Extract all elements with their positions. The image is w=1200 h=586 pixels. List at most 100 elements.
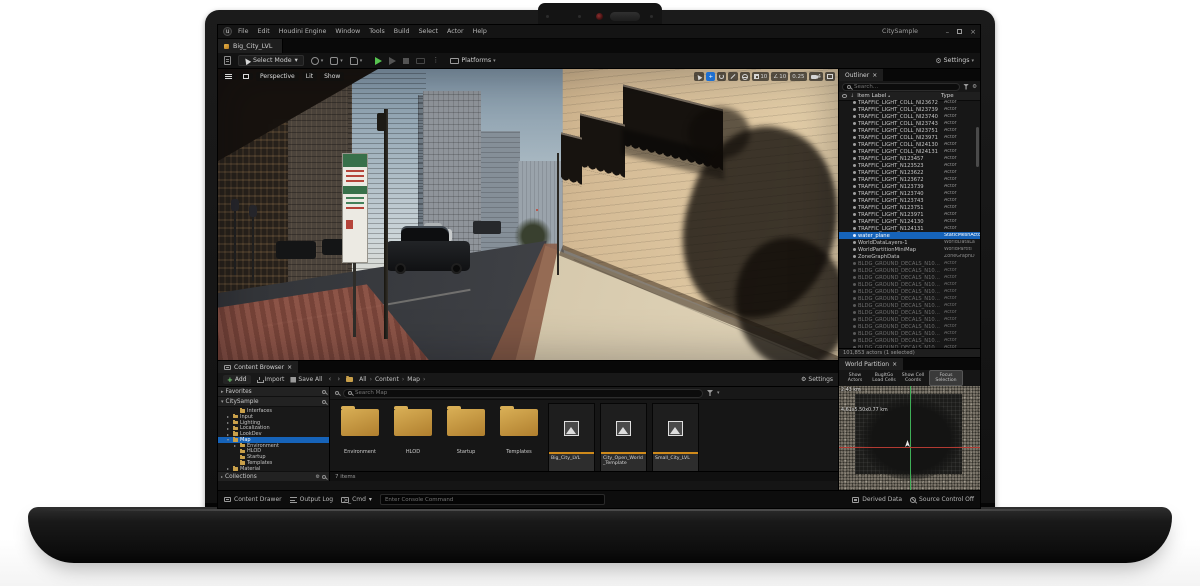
- launch-device-icon[interactable]: [416, 57, 426, 64]
- content-settings-button[interactable]: ⚙ Settings: [801, 376, 833, 384]
- tab-outliner[interactable]: Outliner ×: [839, 69, 884, 81]
- outliner-row[interactable]: TRAFFIC_LIGHT_N123523 Actor: [839, 162, 980, 169]
- menu-item[interactable]: Build: [394, 28, 410, 35]
- outliner-row[interactable]: BLDG_GROUND_DECALS_N101002 (U Actor: [839, 295, 980, 302]
- filter-icon[interactable]: [963, 83, 970, 90]
- stop-icon[interactable]: [403, 57, 410, 64]
- world-partition-minimap[interactable]: 2.43 km 4.61x5.50x0.77 km: [839, 386, 980, 490]
- outliner-row[interactable]: TRAFFIC_LIGHT_COLL_NI23971 Actor: [839, 134, 980, 141]
- eye-icon[interactable]: [842, 94, 847, 98]
- source-root-header[interactable]: ▾ CitySample: [218, 397, 329, 407]
- outliner-row[interactable]: BLDG_GROUND_DECALS_N100001 (U Actor: [839, 267, 980, 274]
- gear-icon[interactable]: ⚙: [972, 83, 977, 91]
- scale-tool-button[interactable]: [728, 72, 739, 81]
- scrollbar[interactable]: [976, 127, 979, 167]
- platforms-button[interactable]: Platforms ▾: [450, 57, 496, 64]
- asset-search-input[interactable]: [355, 390, 698, 396]
- breadcrumb-item[interactable]: Content: [375, 376, 407, 383]
- move-tool-button[interactable]: +: [706, 72, 716, 81]
- outliner-row[interactable]: TRAFFIC_LIGHT_COLL_NI23739 Actor: [839, 106, 980, 113]
- minimize-icon[interactable]: –: [946, 28, 950, 36]
- grid-snap-toggle[interactable]: 10: [752, 72, 770, 81]
- close-icon[interactable]: ×: [287, 364, 292, 371]
- asset-search-box[interactable]: [343, 388, 703, 398]
- outliner-row[interactable]: TRAFFIC_LIGHT_N123743 Actor: [839, 197, 980, 204]
- rotate-tool-button[interactable]: [717, 72, 727, 81]
- cinematics-button[interactable]: ▾: [349, 56, 362, 65]
- forward-icon[interactable]: ›: [337, 376, 340, 383]
- maximize-icon[interactable]: [957, 29, 963, 34]
- outliner-search-input[interactable]: [854, 83, 956, 90]
- import-button[interactable]: Import: [256, 376, 284, 383]
- chevron-down-icon[interactable]: ▾: [717, 390, 720, 396]
- view-mode-dropdown[interactable]: Lit: [301, 72, 318, 81]
- outliner-row[interactable]: BLDG_GROUND_DECALS_N102000 (U Actor: [839, 323, 980, 330]
- camera-speed-button[interactable]: 4: [808, 72, 823, 81]
- menu-item[interactable]: File: [238, 28, 249, 35]
- folder-tile[interactable]: HLOD: [389, 403, 437, 471]
- favorites-header[interactable]: ▸ Favorites: [218, 387, 329, 397]
- outliner-row[interactable]: TRAFFIC_LIGHT_COLL_NI24131 Actor: [839, 148, 980, 155]
- play-button[interactable]: [375, 56, 383, 65]
- outliner-row[interactable]: BLDG_GROUND_DECALS_N100000 (U Actor: [839, 260, 980, 267]
- add-button[interactable]: + Add: [223, 375, 251, 384]
- outliner-row[interactable]: TRAFFIC_LIGHT_N123740 Actor: [839, 190, 980, 197]
- outliner-row[interactable]: TRAFFIC_LIGHT_COLL_NI23743 Actor: [839, 120, 980, 127]
- menu-item[interactable]: Edit: [258, 28, 270, 35]
- menu-item[interactable]: Select: [419, 28, 438, 35]
- level-asset-tile[interactable]: City_Open_World_Template Level: [600, 403, 647, 471]
- world-partition-button[interactable]: Show Cell Coords: [900, 373, 926, 383]
- outliner-row[interactable]: TRAFFIC_LIGHT_N123672 Actor: [839, 176, 980, 183]
- folder-tile[interactable]: Templates: [495, 403, 543, 471]
- viewport-menu-button[interactable]: [221, 73, 236, 80]
- derived-data-button[interactable]: Derived Data: [852, 496, 902, 503]
- play-options-icon[interactable]: ⋮: [432, 57, 439, 64]
- outliner-row[interactable]: TRAFFIC_LIGHT_N124130 Actor: [839, 218, 980, 225]
- level-asset-tile[interactable]: Big_City_LVL Level: [548, 403, 595, 471]
- save-level-icon[interactable]: [224, 56, 231, 65]
- outliner-row[interactable]: TRAFFIC_LIGHT_N124131 Actor: [839, 225, 980, 232]
- outliner-row[interactable]: BLDG_GROUND_DECALS_N102002 (U Actor: [839, 337, 980, 344]
- collections-header[interactable]: ▸ Collections ⚙: [218, 471, 329, 481]
- outliner-row[interactable]: TRAFFIC_LIGHT_COLL_NI23751 Actor: [839, 127, 980, 134]
- tab-level[interactable]: Big_City_LVL: [218, 39, 284, 53]
- select-mode-button[interactable]: Select Mode ▾: [238, 55, 304, 66]
- output-log-button[interactable]: Output Log: [289, 496, 333, 503]
- search-icon[interactable]: [322, 474, 326, 479]
- select-tool-button[interactable]: [694, 72, 705, 81]
- folder-tile[interactable]: Startup: [442, 403, 490, 471]
- outliner-row[interactable]: TRAFFIC_LIGHT_N123751 Actor: [839, 204, 980, 211]
- cmd-dropdown[interactable]: >_ Cmd ▾: [341, 496, 372, 503]
- breadcrumb-item[interactable]: All: [359, 376, 375, 383]
- folder-tile[interactable]: Environment: [336, 403, 384, 471]
- outliner-row[interactable]: BLDG_GROUND_DECALS_N101004 (U Actor: [839, 309, 980, 316]
- breadcrumb-item[interactable]: Map: [407, 376, 428, 383]
- show-dropdown[interactable]: Show: [320, 72, 345, 81]
- outliner-row[interactable]: water_plane StaticMeshActor: [839, 232, 980, 239]
- outliner-row[interactable]: TRAFFIC_LIGHT_COLL_NI24130 Actor: [839, 141, 980, 148]
- menu-item[interactable]: Houdini Engine: [279, 28, 327, 35]
- outliner-row[interactable]: ZoneGraphData ZoneGraphD: [839, 253, 980, 260]
- source-control-button[interactable]: Source Control Off: [910, 496, 974, 503]
- add-content-button[interactable]: ▾: [310, 56, 323, 65]
- filter-icon[interactable]: [707, 390, 713, 396]
- outliner-row[interactable]: TRAFFIC_LIGHT_COLL_NI23740 Actor: [839, 113, 980, 120]
- world-partition-button[interactable]: Focus Selection: [929, 370, 963, 386]
- menu-item[interactable]: Tools: [369, 28, 385, 35]
- folder-icon[interactable]: [346, 375, 354, 382]
- blueprints-button[interactable]: ▾: [330, 56, 343, 65]
- outliner-row[interactable]: BLDG_GROUND_DECALS_N100100 (U Actor: [839, 281, 980, 288]
- world-space-toggle[interactable]: [740, 72, 751, 81]
- search-icon[interactable]: [322, 399, 326, 404]
- outliner-row[interactable]: BLDG_GROUND_DECALS_N101005 (U Actor: [839, 316, 980, 323]
- tab-content-browser[interactable]: Content Browser ×: [218, 361, 299, 373]
- viewport-fullscreen-button[interactable]: [825, 72, 835, 81]
- outliner-row[interactable]: WorldDataLayers-1 WorldDataLa: [839, 239, 980, 246]
- gear-icon[interactable]: ⚙: [316, 473, 320, 481]
- scale-snap-toggle[interactable]: 0.25: [790, 72, 807, 81]
- back-icon[interactable]: ‹: [329, 376, 332, 383]
- viewport-maximize-button[interactable]: [239, 73, 253, 80]
- search-icon[interactable]: [322, 389, 326, 394]
- menu-item[interactable]: Help: [473, 28, 487, 35]
- content-drawer-button[interactable]: Content Drawer: [224, 496, 282, 503]
